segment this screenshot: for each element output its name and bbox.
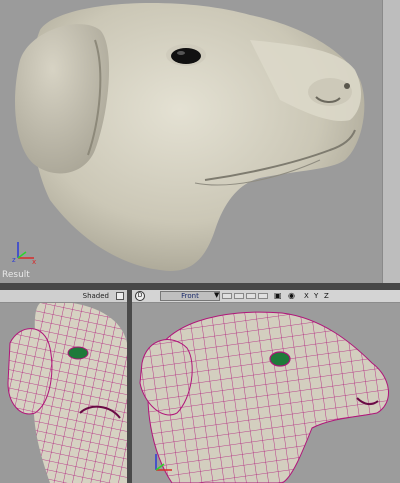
- right-viewport-header: D Front ▼ ▣ ◉ X Y Z: [132, 290, 400, 303]
- chevron-down-icon[interactable]: ▼: [214, 291, 219, 299]
- axis-x-button[interactable]: X: [304, 292, 309, 300]
- left-viewport-header: Shaded: [0, 290, 127, 303]
- toolbar-slot-1[interactable]: [222, 293, 232, 299]
- shading-mode-label[interactable]: Shaded: [83, 292, 109, 300]
- result-sidebar: [382, 0, 400, 283]
- dog-wireframe-left: [7, 303, 127, 483]
- viewport-divider[interactable]: [0, 283, 400, 290]
- result-viewport[interactable]: z x Result: [0, 0, 382, 283]
- svg-text:z: z: [12, 256, 16, 264]
- display-menu-button[interactable]: D: [135, 291, 145, 301]
- right-viewport[interactable]: D Front ▼ ▣ ◉ X Y Z: [132, 290, 400, 483]
- svg-text:x: x: [32, 258, 36, 266]
- axis-z-button[interactable]: Z: [324, 292, 329, 300]
- camera-icon[interactable]: ▣: [274, 292, 283, 300]
- view-mode-dropdown[interactable]: Front: [160, 291, 220, 301]
- maximize-button[interactable]: [116, 292, 124, 300]
- eye-icon[interactable]: ◉: [288, 292, 297, 300]
- axis-gizmo: z x: [12, 242, 36, 266]
- viewport-title: Result: [2, 270, 30, 280]
- toolbar-slot-2[interactable]: [234, 293, 244, 299]
- axis-gizmo: [155, 454, 172, 471]
- left-viewport[interactable]: Shaded: [0, 290, 127, 483]
- axis-y-button[interactable]: Y: [314, 292, 318, 300]
- toolbar-slot-4[interactable]: [258, 293, 268, 299]
- toolbar-slot-3[interactable]: [246, 293, 256, 299]
- dog-head-render: [15, 2, 365, 271]
